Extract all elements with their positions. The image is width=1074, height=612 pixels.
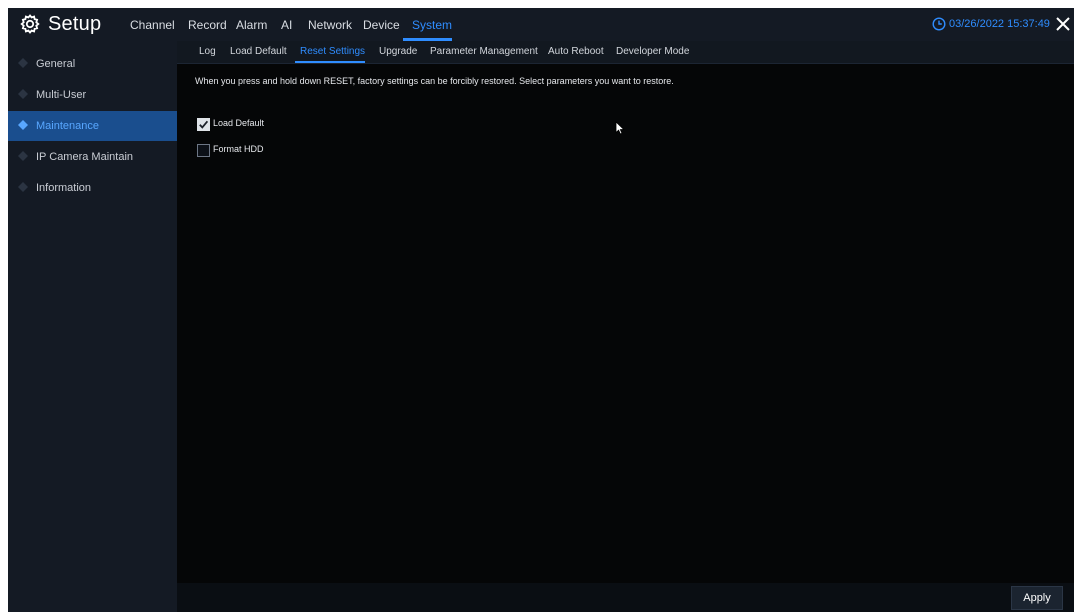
setup-window: Setup Channel Record Alarm AI Network De… [8,8,1074,612]
main-content: Log Load Default Reset Settings Upgrade … [177,41,1074,612]
sidebar-item-label: Multi-User [36,89,87,101]
apply-button[interactable]: Apply [1011,586,1063,610]
diamond-icon [18,120,28,130]
nav-tab-system[interactable]: System [412,18,452,32]
subtab-parameter-management[interactable]: Parameter Management [430,46,538,57]
active-subtab-indicator [295,61,365,63]
diamond-icon [18,151,28,161]
sidebar-item-general[interactable]: General [8,49,177,79]
instruction-text: When you press and hold down RESET, fact… [195,76,674,86]
subtab-auto-reboot[interactable]: Auto Reboot [548,46,604,57]
subtab-upgrade[interactable]: Upgrade [379,46,417,57]
sidebar-item-ip-camera-maintain[interactable]: IP Camera Maintain [8,142,177,172]
checkmark-icon [199,120,209,129]
sidebar-item-multi-user[interactable]: Multi-User [8,80,177,110]
app-title: Setup [48,13,102,35]
nav-tab-record[interactable]: Record [188,18,227,32]
nav-tab-alarm[interactable]: Alarm [236,18,267,32]
bottom-bar: Apply [177,583,1074,612]
nav-tab-ai[interactable]: AI [281,18,292,32]
top-bar: Setup Channel Record Alarm AI Network De… [8,8,1074,41]
sidebar-item-label: General [36,58,76,70]
diamond-icon [18,58,28,68]
diamond-icon [18,182,28,192]
close-icon[interactable] [1054,15,1072,33]
load-default-checkbox[interactable] [197,118,210,131]
format-hdd-checkbox[interactable] [197,144,210,157]
nav-tab-network[interactable]: Network [308,18,352,32]
nav-tab-channel[interactable]: Channel [130,18,175,32]
subtab-load-default[interactable]: Load Default [230,46,287,57]
sidebar-item-label: Maintenance [36,120,99,132]
load-default-label: Load Default [213,118,265,128]
sidebar-item-label: Information [36,182,92,194]
gear-icon [20,14,40,34]
nav-tab-device[interactable]: Device [363,18,400,32]
clock-icon [932,17,946,31]
sidebar: General Multi-User Maintenance IP Camera… [8,41,177,612]
subtab-reset-settings[interactable]: Reset Settings [300,46,365,57]
format-hdd-label: Format HDD [213,144,264,154]
datetime-text: 03/26/2022 15:37:49 [949,18,1050,30]
subtab-log[interactable]: Log [199,46,216,57]
sidebar-item-information[interactable]: Information [8,173,177,203]
sidebar-item-label: IP Camera Maintain [36,151,134,163]
mouse-cursor-icon [615,121,625,135]
sub-tab-bar: Log Load Default Reset Settings Upgrade … [177,41,1074,64]
sidebar-item-maintenance[interactable]: Maintenance [8,111,177,141]
subtab-developer-mode[interactable]: Developer Mode [616,46,689,57]
diamond-icon [18,89,28,99]
